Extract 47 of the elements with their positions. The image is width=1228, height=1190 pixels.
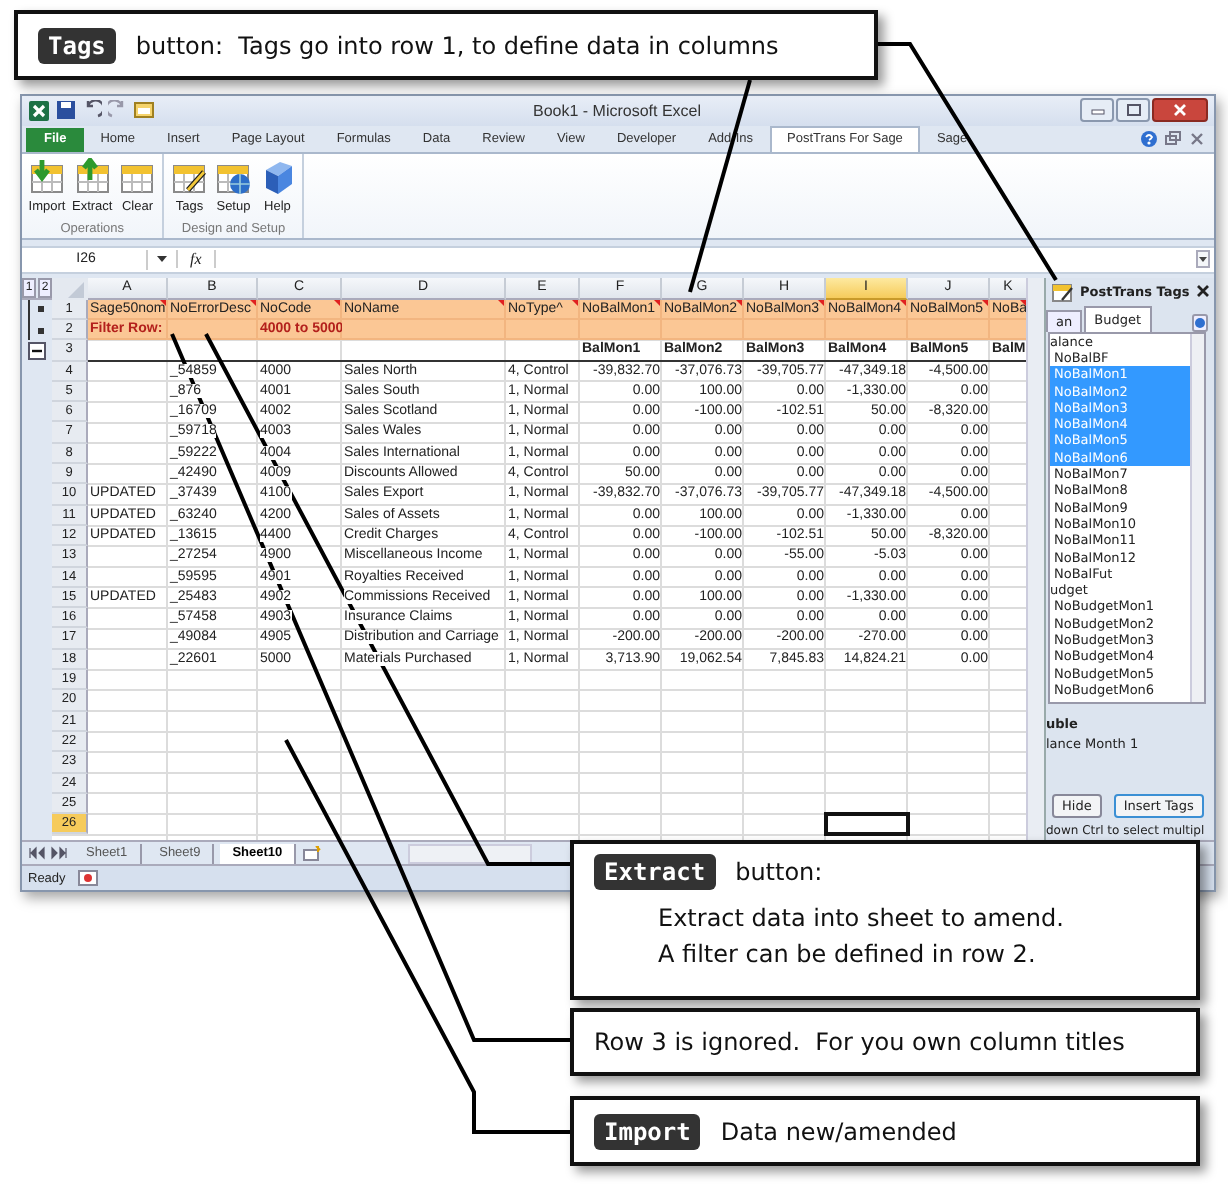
undo-icon[interactable] [82, 100, 102, 121]
vertical-scrollbar[interactable] [1026, 277, 1044, 841]
close-icon[interactable] [1195, 284, 1210, 299]
minimize-icon [1089, 104, 1105, 117]
callout-text: Data new/amended [720, 1117, 957, 1145]
table-up-arrow-icon [73, 157, 112, 196]
horizontal-scrollbar[interactable] [408, 843, 533, 864]
collapse-button-icon[interactable] [28, 341, 46, 360]
table-cell [168, 320, 258, 341]
callout-text: button: Tags go into row 1, to define data in columns [135, 31, 779, 59]
minimize-button[interactable] [1080, 98, 1114, 123]
maximize-icon [1125, 104, 1141, 117]
help-icon[interactable] [1140, 130, 1158, 149]
table-cell [908, 320, 990, 341]
list-scrollbar[interactable] [1190, 333, 1204, 702]
button-label: Import [594, 1113, 701, 1149]
callout-text: Row 3 is ignored. For you own column titles [594, 1028, 1125, 1056]
table-cell [580, 320, 662, 341]
table-cell [826, 320, 908, 341]
table-cell [826, 814, 908, 835]
maximize-button[interactable] [1116, 98, 1150, 123]
callout-text: Extract data into sheet to amend. [656, 902, 1066, 936]
close-icon [1172, 104, 1188, 117]
expand-caret-icon[interactable] [1196, 250, 1210, 269]
save-icon[interactable] [56, 100, 76, 121]
insert-sheet-icon[interactable] [302, 845, 323, 862]
table-cell [662, 320, 744, 341]
table-cell [506, 320, 580, 341]
dropdown-caret-icon[interactable] [156, 254, 168, 265]
callout-text: button: [735, 858, 823, 886]
tag-table-icon [1052, 281, 1074, 302]
tag-list[interactable] [1048, 331, 1206, 704]
sheet-navigation-icon[interactable] [28, 846, 68, 861]
button-label: Tags [38, 27, 116, 63]
info-icon[interactable] [1192, 313, 1208, 332]
table-cell [990, 320, 1027, 341]
table-cell [744, 320, 826, 341]
button-label: Extract [594, 854, 716, 890]
window-title: Book1 - Microsoft Excel [530, 101, 704, 120]
callout-text: A filter can be defined in row 2. [656, 938, 1038, 972]
excel-icon[interactable] [28, 99, 50, 122]
record-macro-icon[interactable] [77, 870, 98, 887]
close-button[interactable] [1152, 98, 1208, 123]
insert-function-button[interactable]: fx [176, 250, 216, 269]
table-down-arrow-icon [28, 157, 66, 196]
form-icon[interactable] [134, 100, 154, 121]
restore-icon[interactable] [1164, 130, 1182, 149]
